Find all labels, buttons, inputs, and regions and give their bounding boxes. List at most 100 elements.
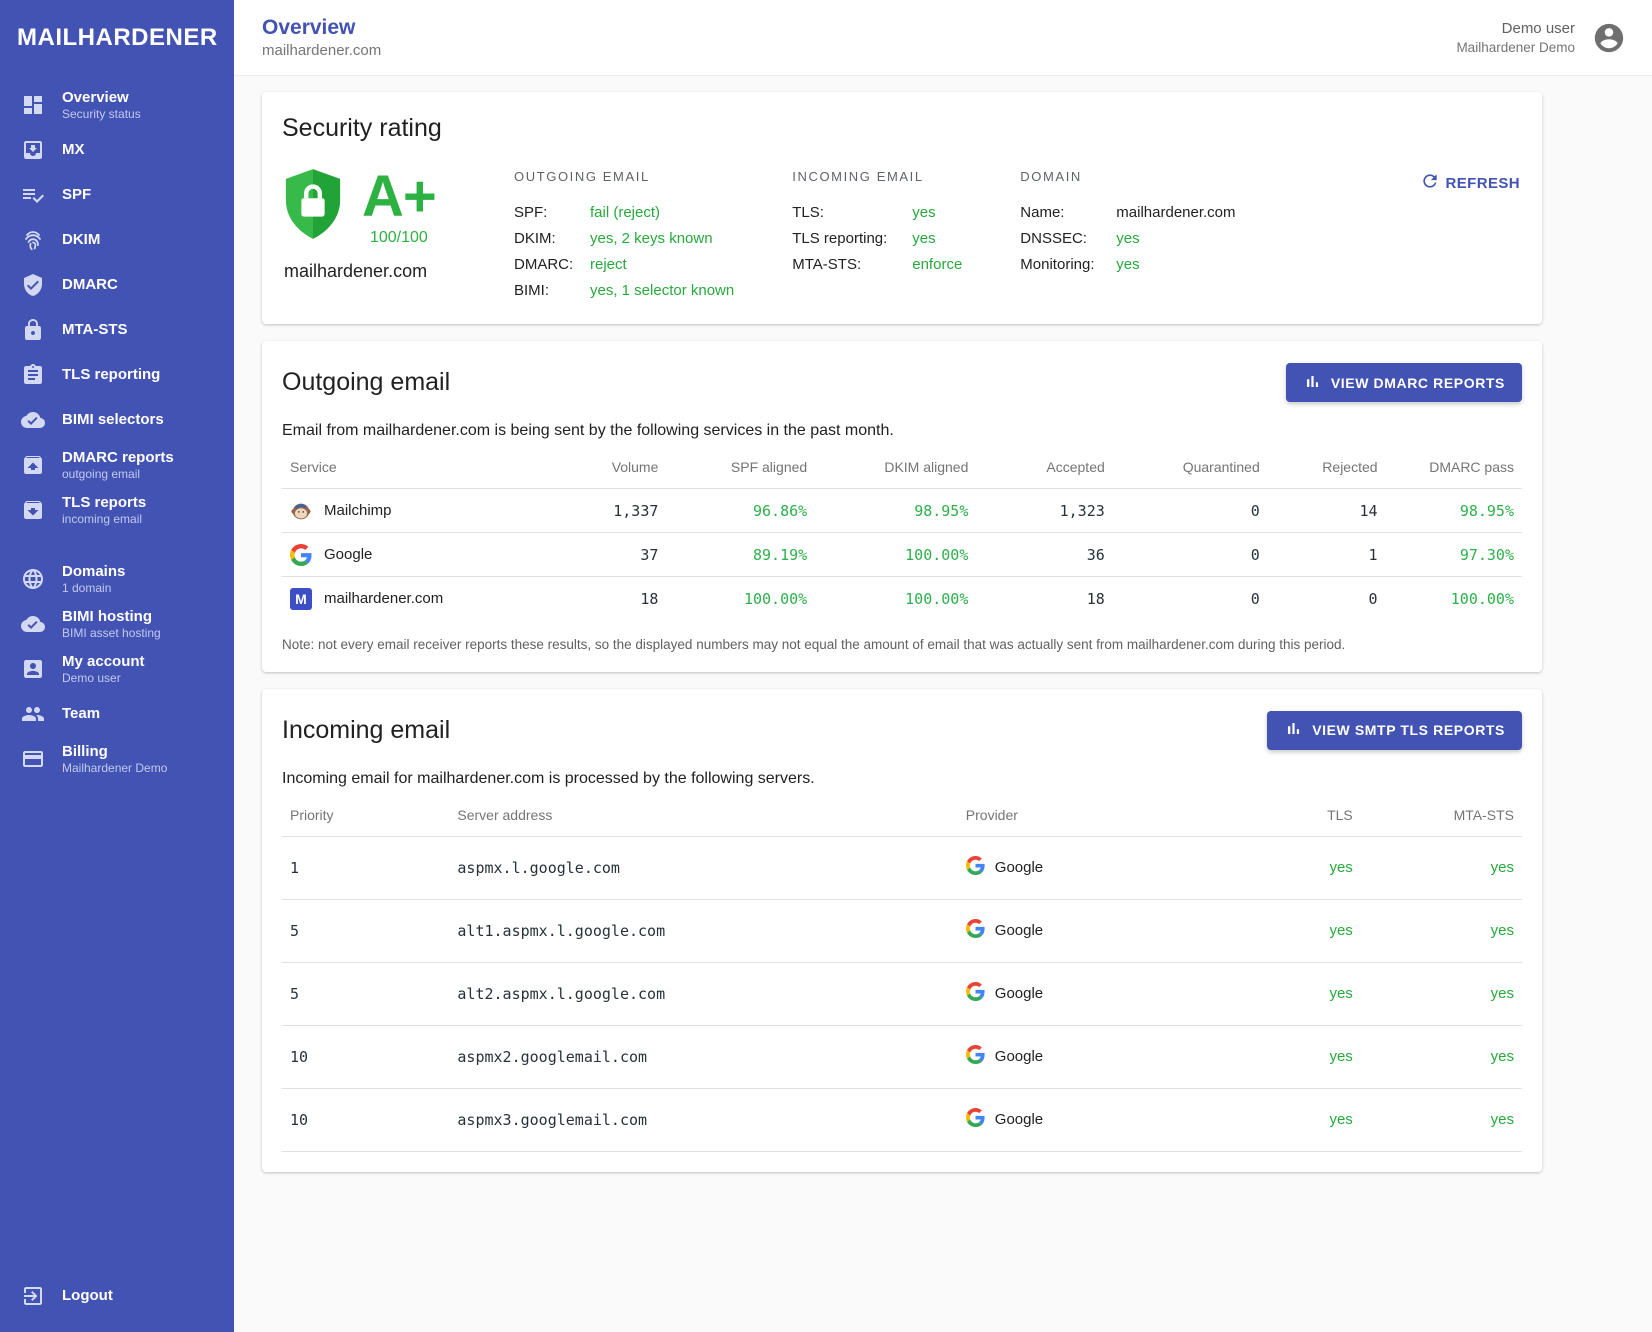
- service-name: Mailchimp: [324, 502, 392, 519]
- sidebar-item-logout[interactable]: Logout: [0, 1273, 234, 1318]
- service-name: Google: [324, 546, 372, 563]
- table-row: 5 alt1.aspmx.l.google.com Google yes yes: [282, 899, 1522, 962]
- sidebar-item-tls-reporting[interactable]: TLS reporting: [0, 352, 234, 397]
- google-icon: [966, 919, 985, 942]
- google-icon: [966, 1045, 985, 1068]
- sidebar-item-domains[interactable]: Domains1 domain: [0, 556, 234, 601]
- incoming-email-card: Incoming email VIEW SMTP TLS REPORTS Inc…: [262, 689, 1542, 1172]
- sidebar-item-overview[interactable]: OverviewSecurity status: [0, 82, 234, 127]
- server-address: aspmx2.googlemail.com: [449, 1025, 957, 1088]
- sidebar-item-spf[interactable]: SPF: [0, 172, 234, 217]
- table-row: 10 aspmx3.googlemail.com Google yes yes: [282, 1088, 1522, 1151]
- cloud-check-icon: [21, 612, 45, 636]
- table-row: Mmailhardener.com 18 100.00% 100.00% 18 …: [282, 577, 1522, 621]
- provider-name: Google: [995, 1111, 1043, 1128]
- mailhardener-m-icon: M: [290, 588, 312, 610]
- incoming-description: Incoming email for mailhardener.com is p…: [282, 770, 1522, 788]
- sidebar-item-dmarc[interactable]: DMARC: [0, 262, 234, 307]
- security-grade: A+: [362, 169, 436, 225]
- bar-chart-icon: [1284, 719, 1303, 741]
- account-menu-button[interactable]: [1592, 21, 1626, 55]
- server-address: aspmx.l.google.com: [449, 836, 957, 899]
- tray-down-icon: [21, 498, 45, 522]
- dnssec-status: yes: [1116, 226, 1139, 252]
- security-columns: OUTGOING EMAIL SPF:fail (reject) DKIM:ye…: [514, 169, 1418, 304]
- verified-shield-icon: [21, 273, 45, 297]
- cloud-check-icon: [21, 408, 45, 432]
- fingerprint-icon: [21, 228, 45, 252]
- view-smtp-tls-reports-button[interactable]: VIEW SMTP TLS REPORTS: [1267, 711, 1522, 750]
- sidebar-item-mta-sts[interactable]: MTA-STS: [0, 307, 234, 352]
- user-info: Demo user Mailhardener Demo: [1456, 19, 1575, 57]
- provider-name: Google: [995, 859, 1043, 876]
- security-rating-title: Security rating: [282, 114, 1522, 143]
- globe-icon: [21, 567, 45, 591]
- tls-reporting-status: yes: [912, 226, 935, 252]
- outgoing-description: Email from mailhardener.com is being sen…: [282, 422, 1522, 440]
- table-row: 5 alt2.aspmx.l.google.com Google yes yes: [282, 962, 1522, 1025]
- sidebar-item-tls-reports[interactable]: TLS reportsincoming email: [0, 487, 234, 532]
- table-header-row: Priority Server address Provider TLS MTA…: [282, 794, 1522, 837]
- dkim-status: yes, 2 keys known: [590, 226, 713, 252]
- sidebar-item-team[interactable]: Team: [0, 691, 234, 736]
- page-subtitle: mailhardener.com: [262, 41, 381, 61]
- content: Security rating A+ 100/100: [234, 76, 1652, 1332]
- account-box-icon: [21, 657, 45, 681]
- google-icon: [290, 544, 312, 566]
- security-rating-card: Security rating A+ 100/100: [262, 92, 1542, 324]
- logout-icon: [21, 1284, 45, 1308]
- provider-name: Google: [995, 922, 1043, 939]
- sidebar-item-bimi-selectors[interactable]: BIMI selectors: [0, 397, 234, 442]
- domain-name: mailhardener.com: [1116, 200, 1235, 226]
- provider-name: Google: [995, 985, 1043, 1002]
- header-right: Demo user Mailhardener Demo: [1456, 19, 1626, 57]
- account-circle-icon: [1592, 21, 1626, 55]
- sidebar-item-dmarc-reports[interactable]: DMARC reportsoutgoing email: [0, 442, 234, 487]
- view-dmarc-reports-button[interactable]: VIEW DMARC REPORTS: [1286, 363, 1522, 402]
- google-icon: [966, 1108, 985, 1131]
- header-left: Overview mailhardener.com: [262, 15, 381, 61]
- rating-block: A+ 100/100 mailhardener.com: [282, 169, 514, 282]
- move-to-inbox-icon: [21, 138, 45, 162]
- sidebar-item-bimi-hosting[interactable]: BIMI hostingBIMI asset hosting: [0, 601, 234, 646]
- server-address: aspmx3.googlemail.com: [449, 1088, 957, 1151]
- incoming-email-column: INCOMING EMAIL TLS:yes TLS reporting:yes…: [792, 169, 962, 304]
- outgoing-email-card: Outgoing email VIEW DMARC REPORTS Email …: [262, 341, 1542, 672]
- nav-divider-gap: [0, 532, 234, 556]
- sidebar-item-billing[interactable]: BillingMailhardener Demo: [0, 736, 234, 781]
- bar-chart-icon: [1303, 372, 1322, 394]
- table-row: 1 aspmx.l.google.com Google yes yes: [282, 836, 1522, 899]
- page-title: Overview: [262, 15, 381, 41]
- google-icon: [966, 856, 985, 879]
- sidebar-item-mx[interactable]: MX: [0, 127, 234, 172]
- sidebar-item-my-account[interactable]: My accountDemo user: [0, 646, 234, 691]
- bimi-status: yes, 1 selector known: [590, 278, 734, 304]
- incoming-servers-table: Priority Server address Provider TLS MTA…: [282, 794, 1522, 1152]
- dashboard-icon: [21, 93, 45, 117]
- spf-status: fail (reject): [590, 200, 660, 226]
- people-icon: [21, 702, 45, 726]
- table-row: Google 37 89.19% 100.00% 36 0 1 97.30%: [282, 533, 1522, 577]
- playlist-check-icon: [21, 183, 45, 207]
- tray-up-icon: [21, 453, 45, 477]
- refresh-button[interactable]: REFRESH: [1418, 167, 1522, 199]
- security-score: 100/100: [362, 229, 436, 247]
- provider-name: Google: [995, 1048, 1043, 1065]
- clipboard-icon: [21, 363, 45, 387]
- refresh-icon: [1420, 171, 1440, 195]
- table-header-row: Service Volume SPF aligned DKIM aligned …: [282, 446, 1522, 489]
- rated-domain: mailhardener.com: [284, 261, 514, 282]
- credit-card-icon: [21, 747, 45, 771]
- table-row: Mailchimp 1,337 96.86% 98.95% 1,323 0 14…: [282, 489, 1522, 533]
- tls-status: yes: [912, 200, 935, 226]
- monitoring-status: yes: [1116, 252, 1139, 278]
- sidebar: MAILHARDENER OverviewSecurity status MX …: [0, 0, 234, 1332]
- brand-logo: MAILHARDENER: [0, 0, 234, 76]
- sidebar-item-dkim[interactable]: DKIM: [0, 217, 234, 262]
- domain-column: DOMAIN Name:mailhardener.com DNSSEC:yes …: [1020, 169, 1235, 304]
- google-icon: [966, 982, 985, 1005]
- server-address: alt2.aspmx.l.google.com: [449, 962, 957, 1025]
- user-org: Mailhardener Demo: [1456, 39, 1575, 57]
- top-header: Overview mailhardener.com Demo user Mail…: [234, 0, 1652, 76]
- outgoing-services-table: Service Volume SPF aligned DKIM aligned …: [282, 446, 1522, 621]
